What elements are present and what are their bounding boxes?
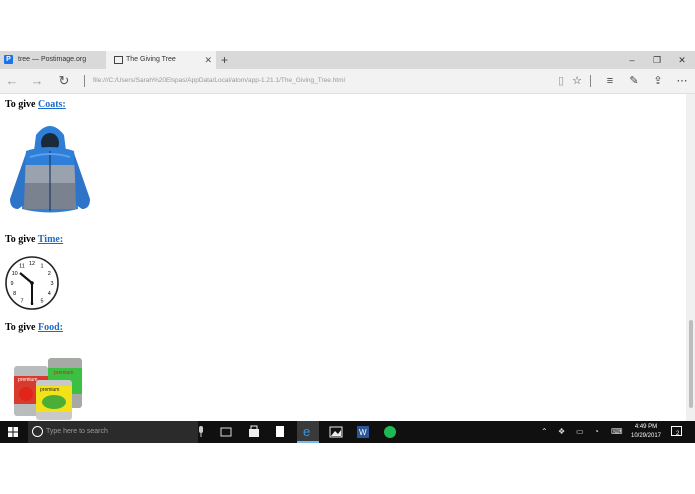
store-icon[interactable] [243,421,265,443]
restore-icon[interactable]: ❐ [647,51,667,69]
url-field[interactable]: file:///C:/Users/Sarah%20Elspas/AppData/… [93,69,345,93]
coat-image [10,126,90,213]
address-bar: ← → ↻ file:///C:/Users/Sarah%20Elspas/Ap… [0,69,695,94]
time-heading: To give Time: [5,234,64,245]
svg-text:premium: premium [18,377,37,383]
scrollbar-thumb[interactable] [689,320,693,408]
keyboard-icon[interactable]: ⌨ [611,421,623,443]
clock-image: 121234567891011 [5,256,59,310]
more-icon[interactable]: ⋯ [675,69,689,93]
wifi-icon[interactable]: ◔ [594,421,599,443]
canned-food-image: premium premium premium [14,358,82,420]
clock-numeral: 10 [12,271,18,277]
svg-text:W: W [359,428,367,437]
tab-title: tree — Postimage.org [18,56,87,63]
food-link[interactable]: Food: [38,322,63,333]
tab-title: The Giving Tree [126,56,176,63]
svg-text:e: e [303,424,310,439]
forward-icon[interactable]: → [28,69,46,93]
microphone-icon[interactable] [198,426,204,437]
tab-postimage[interactable]: P tree — Postimage.org [0,51,105,69]
taskbar-search[interactable]: Type here to search [28,421,203,443]
clock-numeral: 7 [20,298,23,304]
clock-numeral: 8 [13,291,16,297]
chevron-up-icon[interactable]: ⌃ [541,421,548,443]
hub-icon[interactable]: ≡ [603,69,617,93]
clock-numeral: 4 [48,291,51,297]
clock-date: 10/29/2017 [630,433,662,439]
word-icon[interactable]: W [352,421,374,443]
clock-numeral: 11 [19,264,25,270]
page-scrollbar[interactable] [686,94,695,421]
close-window-icon[interactable]: ✕ [672,51,692,69]
tab-bar: P tree — Postimage.org The Giving Tree ✕… [0,51,695,69]
back-icon[interactable]: ← [3,69,21,93]
new-tab-button[interactable]: + [221,51,228,69]
refresh-icon[interactable]: ↻ [55,69,73,93]
dropbox-icon[interactable]: ❖ [558,421,565,443]
windows-start-icon[interactable] [8,427,18,437]
notifications-icon[interactable]: 2 [671,426,682,437]
clock-numeral: 5 [40,298,43,304]
notification-count: 2 [676,431,680,437]
close-tab-icon[interactable]: ✕ [204,51,212,69]
share-icon[interactable]: ⇪ [651,69,665,93]
cortana-icon [32,426,43,437]
time-link[interactable]: Time: [38,234,63,245]
top-margin [0,0,695,51]
file-icon[interactable] [269,421,291,443]
clock-numeral: 9 [10,281,13,287]
coats-heading: To give Coats: [5,99,66,110]
clock-numeral: 3 [50,281,53,287]
clock-time: 4:49 PM [634,424,658,430]
windows-taskbar: Type here to search e W ⌃ ❖ ▭ ◔ ⌨ 4:49 P… [0,421,695,443]
coats-link[interactable]: Coats: [38,99,66,110]
postimage-icon: P [4,55,13,64]
food-heading: To give Food: [5,322,63,333]
web-note-icon[interactable]: ✎ [627,69,641,93]
tab-the-giving-tree[interactable]: The Giving Tree ✕ [106,51,216,69]
clock-numeral: 12 [29,261,35,267]
clock-numeral: 1 [40,264,43,270]
edge-browser-icon[interactable]: e [297,421,319,443]
divider [84,75,85,87]
svg-text:premium: premium [54,370,73,376]
task-view-icon[interactable] [215,421,237,443]
search-placeholder: Type here to search [46,428,108,435]
spotify-icon[interactable] [379,421,401,443]
photos-icon[interactable] [325,421,347,443]
reading-view-icon[interactable]: ▯ [554,69,568,93]
divider [590,75,591,87]
page-content: To give Coats: To give Time: 12123456789… [0,94,686,421]
battery-icon[interactable]: ▭ [576,421,584,443]
bottom-margin [0,443,695,494]
clock-numeral: 2 [48,271,51,277]
minimize-icon[interactable]: – [622,51,642,69]
page-icon [114,56,123,64]
system-clock[interactable]: 4:49 PM 10/29/2017 [626,423,666,441]
favorite-star-icon[interactable]: ☆ [570,69,584,93]
svg-text:premium: premium [40,387,59,393]
